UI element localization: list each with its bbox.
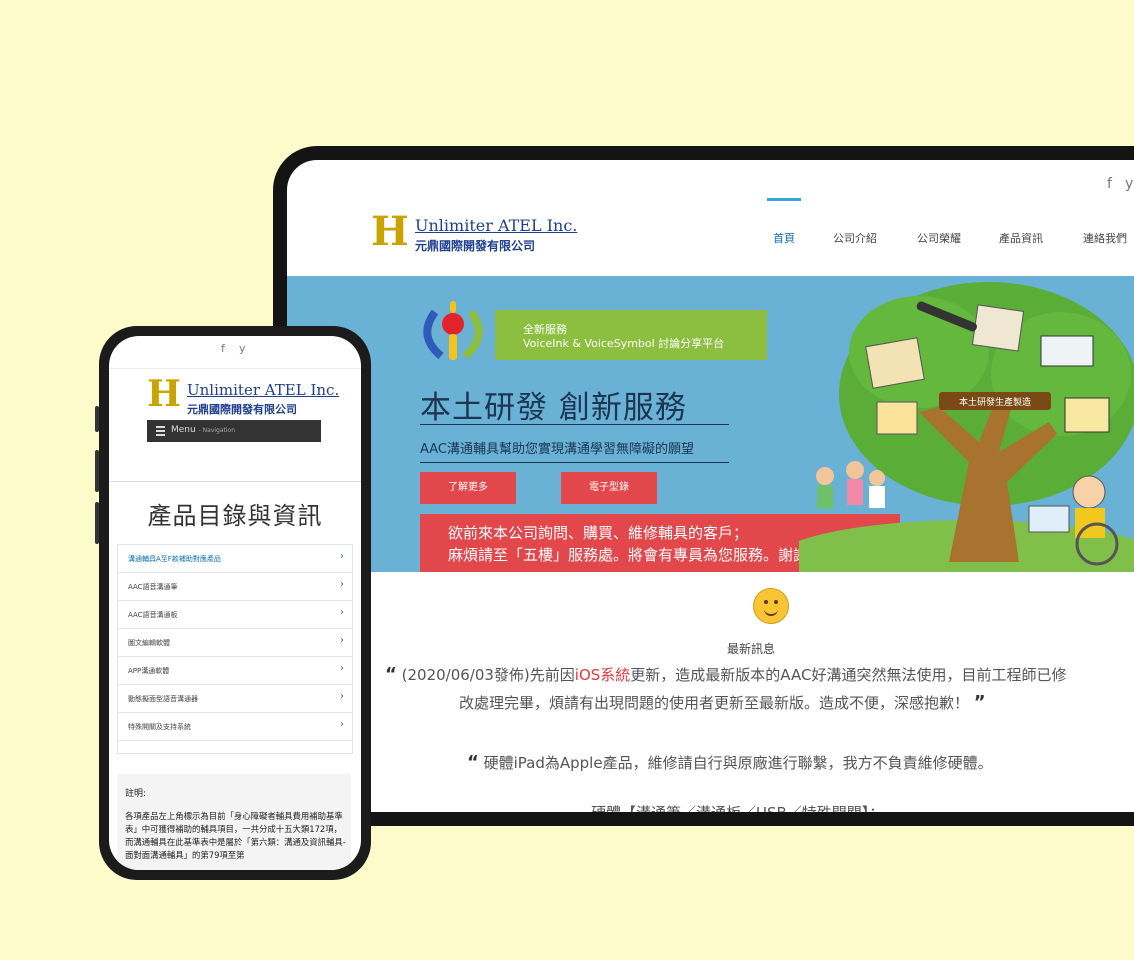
twitter-icon[interactable]: y <box>239 342 246 355</box>
logo-chinese: 元鼎國際開發有限公司 <box>187 403 297 416</box>
hero-banner: 全新服務 VoiceInk & VoiceSymbol 討論分享平台 本土研發 … <box>287 276 1134 572</box>
logo-chinese: 元鼎國際開發有限公司 <box>415 239 536 253</box>
notes-box: 註明: 各項產品左上角標示為目前「身心障礙者輔具費用補助基準表」中可獲得補助的輔… <box>117 774 351 870</box>
tree-illustration: 本土研發生產製造 <box>799 282 1134 572</box>
logo-english: Unlimiter ATEL Inc. <box>415 216 578 235</box>
nav-home[interactable]: 首頁 <box>773 230 795 246</box>
chevron-right-icon: › <box>340 607 344 618</box>
logo-mark-icon: H <box>371 208 409 255</box>
page-title: 產品目錄與資訊 <box>147 502 323 530</box>
nav-about[interactable]: 公司介紹 <box>833 230 877 246</box>
news-paragraph-1: “ (2020/06/03發佈)先前因iOS系統更新，造成最新版本的AAC好溝通… <box>385 664 1067 685</box>
logo-mark-icon: H <box>147 373 182 415</box>
twitter-icon[interactable]: y <box>1125 176 1133 192</box>
badge-line2: VoiceInk & VoiceSymbol 討論分享平台 <box>523 337 725 350</box>
notice-line2: 麻煩請至「五樓」服務處。將會有專員為您服務。謝謝！ <box>448 546 824 564</box>
chevron-right-icon: › <box>340 579 344 590</box>
notes-heading: 註明: <box>125 789 147 799</box>
smiley-icon <box>753 588 789 624</box>
tree-label: 本土研發生產製造 <box>959 396 1031 408</box>
news-section: 最新訊息 “ (2020/06/03發佈)先前因iOS系統更新，造成最新版本的A… <box>287 572 1134 812</box>
product-category-list: 溝通輔具A至F款補助對應產品 › AAC語音溝通筆 › AAC語音溝通板 › 圖文編輯… <box>117 544 353 754</box>
list-item[interactable]: 動態擬面型語音溝通器 › <box>118 685 352 713</box>
list-item[interactable]: AAC語音溝通板 › <box>118 601 352 629</box>
hero-divider-top <box>420 424 729 425</box>
phone-volume-up <box>95 450 99 492</box>
phone-side-button <box>95 406 99 432</box>
list-item[interactable]: 溝通輔具A至F款補助對應產品 › <box>118 545 352 573</box>
aac-logo-icon <box>423 301 483 360</box>
phone-screen: f y H Unlimiter ATEL Inc. 元鼎國際開發有限公司 Men… <box>109 336 361 870</box>
chevron-right-icon: › <box>340 691 344 702</box>
nav-honors[interactable]: 公司榮耀 <box>917 230 961 246</box>
chevron-right-icon: › <box>340 719 344 730</box>
chevron-right-icon: › <box>340 635 344 646</box>
menu-toggle-button[interactable]: Menu - Navigation <box>147 420 321 442</box>
hamburger-icon <box>156 426 165 428</box>
nav-active-indicator <box>767 198 801 201</box>
tablet-topbar: f y <box>287 160 1134 204</box>
list-item[interactable]: APP溝通軟體 › <box>118 657 352 685</box>
list-item[interactable]: 特殊開關及支持系統 › <box>118 713 352 741</box>
news-heading: 最新訊息 <box>727 642 776 656</box>
hero-title: 本土研發 創新服務 <box>420 390 687 426</box>
list-item[interactable]: 圖文編輯軟體 › <box>118 629 352 657</box>
news-paragraph-2: “ 硬體iPad為Apple產品，維修請自行與原廠進行聯繫，我方不負責維修硬體。 <box>467 752 993 773</box>
new-service-badge[interactable]: 全新服務 VoiceInk & VoiceSymbol 討論分享平台 <box>495 310 767 360</box>
e-catalog-button[interactable]: 電子型錄 <box>561 472 657 504</box>
hero-divider-bottom <box>420 462 729 463</box>
tablet-header: H Unlimiter ATEL Inc. 元鼎國際開發有限公司 首頁 公司介紹… <box>287 198 1134 276</box>
learn-more-button[interactable]: 了解更多 <box>420 472 516 504</box>
news-paragraph-1-line2: 改處理完畢，煩請有出現問題的使用者更新至最新版。造成不便，深感抱歉！ ” <box>459 692 986 713</box>
tablet-device: f y H Unlimiter ATEL Inc. 元鼎國際開發有限公司 首頁 … <box>273 146 1134 826</box>
hero-subtitle: AAC溝通輔具幫助您實現溝通學習無障礙的願望 <box>420 442 694 457</box>
news-paragraph-3: 硬體【溝通筆／溝通板／USB／特殊開關】： <box>591 802 884 812</box>
nav-contact[interactable]: 連絡我們 <box>1083 230 1127 246</box>
facebook-icon[interactable]: f <box>221 342 225 355</box>
phone-volume-down <box>95 502 99 544</box>
nav-products[interactable]: 產品資訊 <box>999 230 1043 246</box>
tablet-screen: f y H Unlimiter ATEL Inc. 元鼎國際開發有限公司 首頁 … <box>287 160 1134 812</box>
list-item[interactable]: AAC語音溝通筆 › <box>118 573 352 601</box>
phone-device: f y H Unlimiter ATEL Inc. 元鼎國際開發有限公司 Men… <box>95 326 371 880</box>
facebook-icon[interactable]: f <box>1107 176 1112 192</box>
notice-line1: 欲前來本公司詢問、購買、維修輔具的客戶； <box>448 524 749 542</box>
chevron-right-icon: › <box>340 663 344 674</box>
notes-text: 各項產品左上角標示為目前「身心障礙者輔具費用補助基準表」中可獲得補助的輔具項目，… <box>125 811 346 860</box>
chevron-right-icon: › <box>340 551 344 562</box>
logo-english: Unlimiter ATEL Inc. <box>187 381 340 399</box>
